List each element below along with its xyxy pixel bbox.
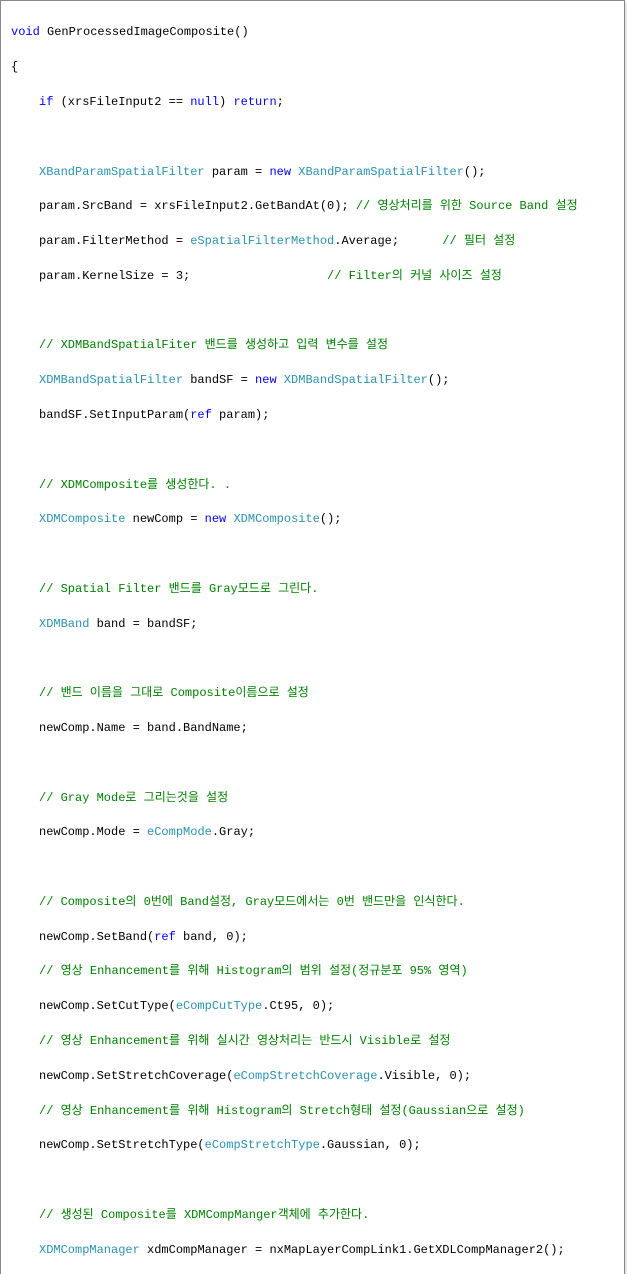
comment: // 생성된 Composite를 XDMCompManger객체에 추가한다. — [39, 1208, 369, 1222]
code-line — [11, 650, 614, 667]
code-line: // Spatial Filter 밴드를 Gray모드로 그린다. — [11, 581, 614, 598]
code-line: // 영상 Enhancement를 위해 Histogram의 범위 설정(정… — [11, 963, 614, 980]
code-line: // 생성된 Composite를 XDMCompManger객체에 추가한다. — [11, 1207, 614, 1224]
code-line: XDMBand band = bandSF; — [11, 616, 614, 633]
code-line — [11, 303, 614, 320]
code-line: { — [11, 59, 614, 76]
code-line: // 영상 Enhancement를 위해 실시간 영상처리는 반드시 Visi… — [11, 1033, 614, 1050]
code-line: newComp.SetStretchType(eCompStretchType.… — [11, 1137, 614, 1154]
comment: // 영상처리를 위한 Source Band 설정 — [356, 199, 578, 213]
code-line: // XDMBandSpatialFiter 밴드를 생성하고 입력 변수를 설… — [11, 337, 614, 354]
code-line: // 밴드 이름을 그대로 Composite이름으로 설정 — [11, 685, 614, 702]
code-line: param.SrcBand = xrsFileInput2.GetBandAt(… — [11, 198, 614, 215]
comment: // 밴드 이름을 그대로 Composite이름으로 설정 — [39, 686, 309, 700]
code-line: // Composite의 0번에 Band설정, Gray모드에서는 0번 밴… — [11, 894, 614, 911]
code-line: newComp.SetStretchCoverage(eCompStretchC… — [11, 1068, 614, 1085]
code-block: void GenProcessedImageComposite() { if (… — [0, 0, 625, 1274]
comment: // Gray Mode로 그리는것을 설정 — [39, 791, 228, 805]
code-line: // XDMComposite를 생성한다. . — [11, 477, 614, 494]
method-name: GenProcessedImageComposite() — [40, 25, 249, 39]
code-line: newComp.SetCutType(eCompCutType.Ct95, 0)… — [11, 998, 614, 1015]
code-line: newComp.SetBand(ref band, 0); — [11, 929, 614, 946]
code-line: void GenProcessedImageComposite() — [11, 24, 614, 41]
code-line: // Gray Mode로 그리는것을 설정 — [11, 790, 614, 807]
code-line — [11, 1172, 614, 1189]
comment: // Spatial Filter 밴드를 Gray모드로 그린다. — [39, 582, 318, 596]
comment: // 영상 Enhancement를 위해 Histogram의 범위 설정(정… — [39, 964, 468, 978]
code-line: XDMComposite newComp = new XDMComposite(… — [11, 511, 614, 528]
keyword: void — [11, 25, 40, 39]
code-line: if (xrsFileInput2 == null) return; — [11, 94, 614, 111]
code-line: bandSF.SetInputParam(ref param); — [11, 407, 614, 424]
code-line: XBandParamSpatialFilter param = new XBan… — [11, 164, 614, 181]
code-line: newComp.Mode = eCompMode.Gray; — [11, 824, 614, 841]
code-line: newComp.Name = band.BandName; — [11, 720, 614, 737]
code-line: // 영상 Enhancement를 위해 Histogram의 Stretch… — [11, 1103, 614, 1120]
code-line: param.KernelSize = 3; // Filter의 커널 사이즈 … — [11, 268, 614, 285]
code-line — [11, 859, 614, 876]
comment: // Filter의 커널 사이즈 설정 — [327, 269, 502, 283]
comment: // XDMComposite를 생성한다. . — [39, 478, 231, 492]
comment: // 필터 설정 — [442, 234, 515, 248]
comment: // 영상 Enhancement를 위해 실시간 영상처리는 반드시 Visi… — [39, 1034, 450, 1048]
code-line: XDMBandSpatialFilter bandSF = new XDMBan… — [11, 372, 614, 389]
comment: // XDMBandSpatialFiter 밴드를 생성하고 입력 변수를 설… — [39, 338, 388, 352]
code-line: param.FilterMethod = eSpatialFilterMetho… — [11, 233, 614, 250]
code-line — [11, 442, 614, 459]
code-line — [11, 755, 614, 772]
code-line — [11, 546, 614, 563]
comment: // Composite의 0번에 Band설정, Gray모드에서는 0번 밴… — [39, 895, 465, 909]
code-line — [11, 129, 614, 146]
code-line: XDMCompManager xdmCompManager = nxMapLay… — [11, 1242, 614, 1259]
comment: // 영상 Enhancement를 위해 Histogram의 Stretch… — [39, 1104, 525, 1118]
